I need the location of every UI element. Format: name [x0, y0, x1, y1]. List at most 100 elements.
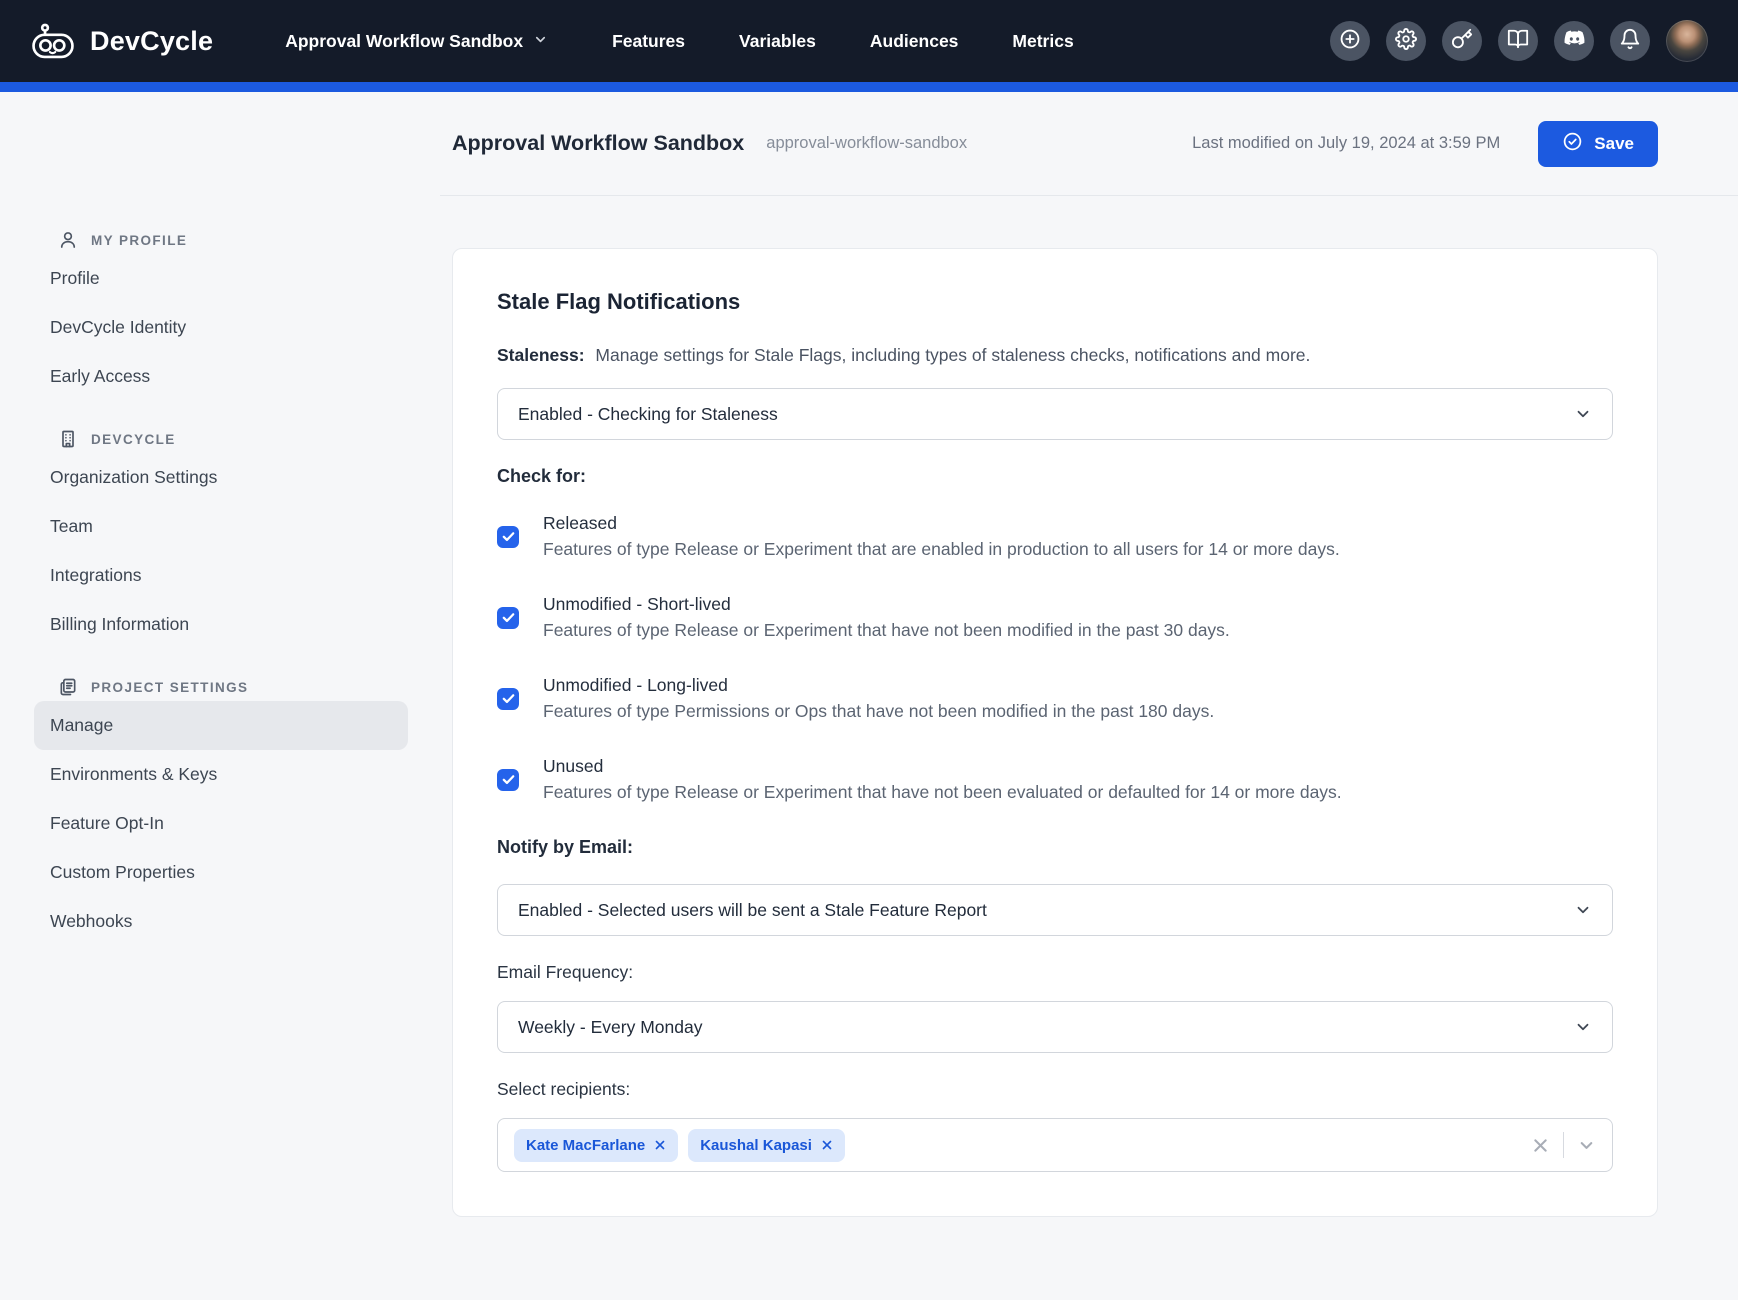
- clear-recipients-icon[interactable]: [1531, 1136, 1550, 1155]
- check-option-description: Features of type Permissions or Ops that…: [543, 701, 1214, 722]
- key-icon: [1451, 28, 1473, 55]
- sidebar-item-early-access[interactable]: Early Access: [34, 352, 408, 401]
- app-root: DevCycle Approval Workflow Sandbox Featu…: [0, 0, 1738, 1300]
- sidebar-section-header: DEVCYCLE: [34, 429, 440, 449]
- recipient-chip: Kate MacFarlane: [514, 1129, 678, 1162]
- chevron-down-icon: [1574, 901, 1592, 919]
- checkbox-unmodified-short-lived[interactable]: [497, 607, 519, 629]
- check-option-description: Features of type Release or Experiment t…: [543, 539, 1340, 560]
- save-button-label: Save: [1594, 134, 1634, 154]
- nav-link-features[interactable]: Features: [612, 31, 685, 52]
- top-navbar: DevCycle Approval Workflow Sandbox Featu…: [0, 0, 1738, 82]
- check-option-label: Unmodified - Short-lived: [543, 594, 1230, 615]
- check-option-label: Unmodified - Long-lived: [543, 675, 1214, 696]
- gear-icon: [1395, 28, 1417, 55]
- person-icon: [58, 230, 78, 250]
- field-divider: [1563, 1132, 1564, 1158]
- accent-bar: [0, 82, 1738, 92]
- sidebar-section-header: PROJECT SETTINGS: [34, 677, 440, 697]
- page-slug: approval-workflow-sandbox: [766, 134, 967, 153]
- recipients-dropdown-icon[interactable]: [1577, 1136, 1596, 1155]
- staleness-label: Staleness:: [497, 345, 585, 365]
- sidebar-section-my-profile: MY PROFILE Profile DevCycle Identity Ear…: [34, 230, 440, 401]
- notify-by-email-select-value: Enabled - Selected users will be sent a …: [518, 900, 987, 921]
- plus-circle-icon: [1339, 28, 1361, 55]
- recipient-chip: Kaushal Kapasi: [688, 1129, 845, 1162]
- chevron-down-icon: [1574, 1018, 1592, 1036]
- brand-name: DevCycle: [90, 26, 213, 57]
- check-option-description: Features of type Release or Experiment t…: [543, 620, 1230, 641]
- notify-by-email-select[interactable]: Enabled - Selected users will be sent a …: [497, 884, 1613, 936]
- check-option-description: Features of type Release or Experiment t…: [543, 782, 1342, 803]
- sidebar-item-custom-properties[interactable]: Custom Properties: [34, 848, 408, 897]
- sidebar-section-label: DEVCYCLE: [91, 432, 176, 447]
- sidebar-item-profile[interactable]: Profile: [34, 254, 408, 303]
- card-title: Stale Flag Notifications: [497, 289, 1613, 315]
- api-keys-button[interactable]: [1442, 21, 1482, 61]
- create-button[interactable]: [1330, 21, 1370, 61]
- checkbox-unused[interactable]: [497, 769, 519, 791]
- email-frequency-select-value: Weekly - Every Monday: [518, 1017, 702, 1038]
- save-button[interactable]: Save: [1538, 121, 1658, 167]
- robot-icon: [30, 22, 76, 60]
- sidebar-item-organization-settings[interactable]: Organization Settings: [34, 453, 408, 502]
- sidebar-item-manage[interactable]: Manage: [34, 701, 408, 750]
- email-frequency-select[interactable]: Weekly - Every Monday: [497, 1001, 1613, 1053]
- sidebar-item-devcycle-identity[interactable]: DevCycle Identity: [34, 303, 408, 352]
- checkbox-unmodified-long-lived[interactable]: [497, 688, 519, 710]
- sidebar-item-feature-opt-in[interactable]: Feature Opt-In: [34, 799, 408, 848]
- book-icon: [1507, 28, 1529, 55]
- page-header: Approval Workflow Sandbox approval-workf…: [440, 92, 1738, 196]
- remove-recipient-icon[interactable]: [821, 1139, 833, 1151]
- staleness-select-value: Enabled - Checking for Staleness: [518, 404, 778, 425]
- settings-sidebar: MY PROFILE Profile DevCycle Identity Ear…: [0, 92, 440, 1300]
- check-for-label: Check for:: [497, 466, 1613, 487]
- sidebar-section-devcycle: DEVCYCLE Organization Settings Team Inte…: [34, 429, 440, 649]
- check-circle-icon: [1562, 131, 1583, 157]
- discord-button[interactable]: [1554, 21, 1594, 61]
- sidebar-item-integrations[interactable]: Integrations: [34, 551, 408, 600]
- project-selector[interactable]: Approval Workflow Sandbox: [285, 31, 548, 52]
- staleness-description-text: Manage settings for Stale Flags, includi…: [595, 345, 1310, 365]
- sidebar-item-webhooks[interactable]: Webhooks: [34, 897, 408, 946]
- remove-recipient-icon[interactable]: [654, 1139, 666, 1151]
- notify-by-email-label: Notify by Email:: [497, 837, 1613, 858]
- check-option-released: Released Features of type Release or Exp…: [497, 513, 1613, 560]
- bell-icon: [1619, 28, 1641, 55]
- user-avatar[interactable]: [1666, 20, 1708, 62]
- stale-flag-notifications-card: Stale Flag Notifications Staleness: Mana…: [452, 248, 1658, 1217]
- check-option-unmodified-long-lived: Unmodified - Long-lived Features of type…: [497, 675, 1613, 722]
- chevron-down-icon: [533, 31, 548, 52]
- devcycle-logo[interactable]: DevCycle: [30, 22, 213, 60]
- project-selector-label: Approval Workflow Sandbox: [285, 31, 523, 52]
- page-title: Approval Workflow Sandbox: [452, 131, 744, 156]
- nav-link-audiences[interactable]: Audiences: [870, 31, 959, 52]
- primary-nav: Features Variables Audiences Metrics: [612, 31, 1074, 52]
- nav-link-variables[interactable]: Variables: [739, 31, 816, 52]
- topbar-actions: [1330, 20, 1708, 62]
- sidebar-section-project-settings: PROJECT SETTINGS Manage Environments & K…: [34, 677, 440, 946]
- checkbox-released[interactable]: [497, 526, 519, 548]
- recipient-name: Kaushal Kapasi: [700, 1137, 812, 1154]
- staleness-select[interactable]: Enabled - Checking for Staleness: [497, 388, 1613, 440]
- building-icon: [58, 429, 78, 449]
- nav-link-metrics[interactable]: Metrics: [1012, 31, 1073, 52]
- staleness-description: Staleness: Manage settings for Stale Fla…: [497, 345, 1613, 366]
- discord-icon: [1563, 27, 1586, 55]
- chevron-down-icon: [1574, 405, 1592, 423]
- settings-button[interactable]: [1386, 21, 1426, 61]
- sidebar-item-team[interactable]: Team: [34, 502, 408, 551]
- check-option-unmodified-short-lived: Unmodified - Short-lived Features of typ…: [497, 594, 1613, 641]
- sidebar-section-header: MY PROFILE: [34, 230, 440, 250]
- sidebar-item-billing-information[interactable]: Billing Information: [34, 600, 408, 649]
- docs-button[interactable]: [1498, 21, 1538, 61]
- notifications-button[interactable]: [1610, 21, 1650, 61]
- sidebar-section-label: MY PROFILE: [91, 233, 187, 248]
- recipients-multiselect[interactable]: Kate MacFarlane Kaushal Kapasi: [497, 1118, 1613, 1172]
- sidebar-item-environments-keys[interactable]: Environments & Keys: [34, 750, 408, 799]
- recipients-field-controls: [1531, 1132, 1596, 1158]
- check-option-unused: Unused Features of type Release or Exper…: [497, 756, 1613, 803]
- recipient-name: Kate MacFarlane: [526, 1137, 645, 1154]
- email-frequency-label: Email Frequency:: [497, 962, 1613, 983]
- last-modified-text: Last modified on July 19, 2024 at 3:59 P…: [1192, 134, 1500, 153]
